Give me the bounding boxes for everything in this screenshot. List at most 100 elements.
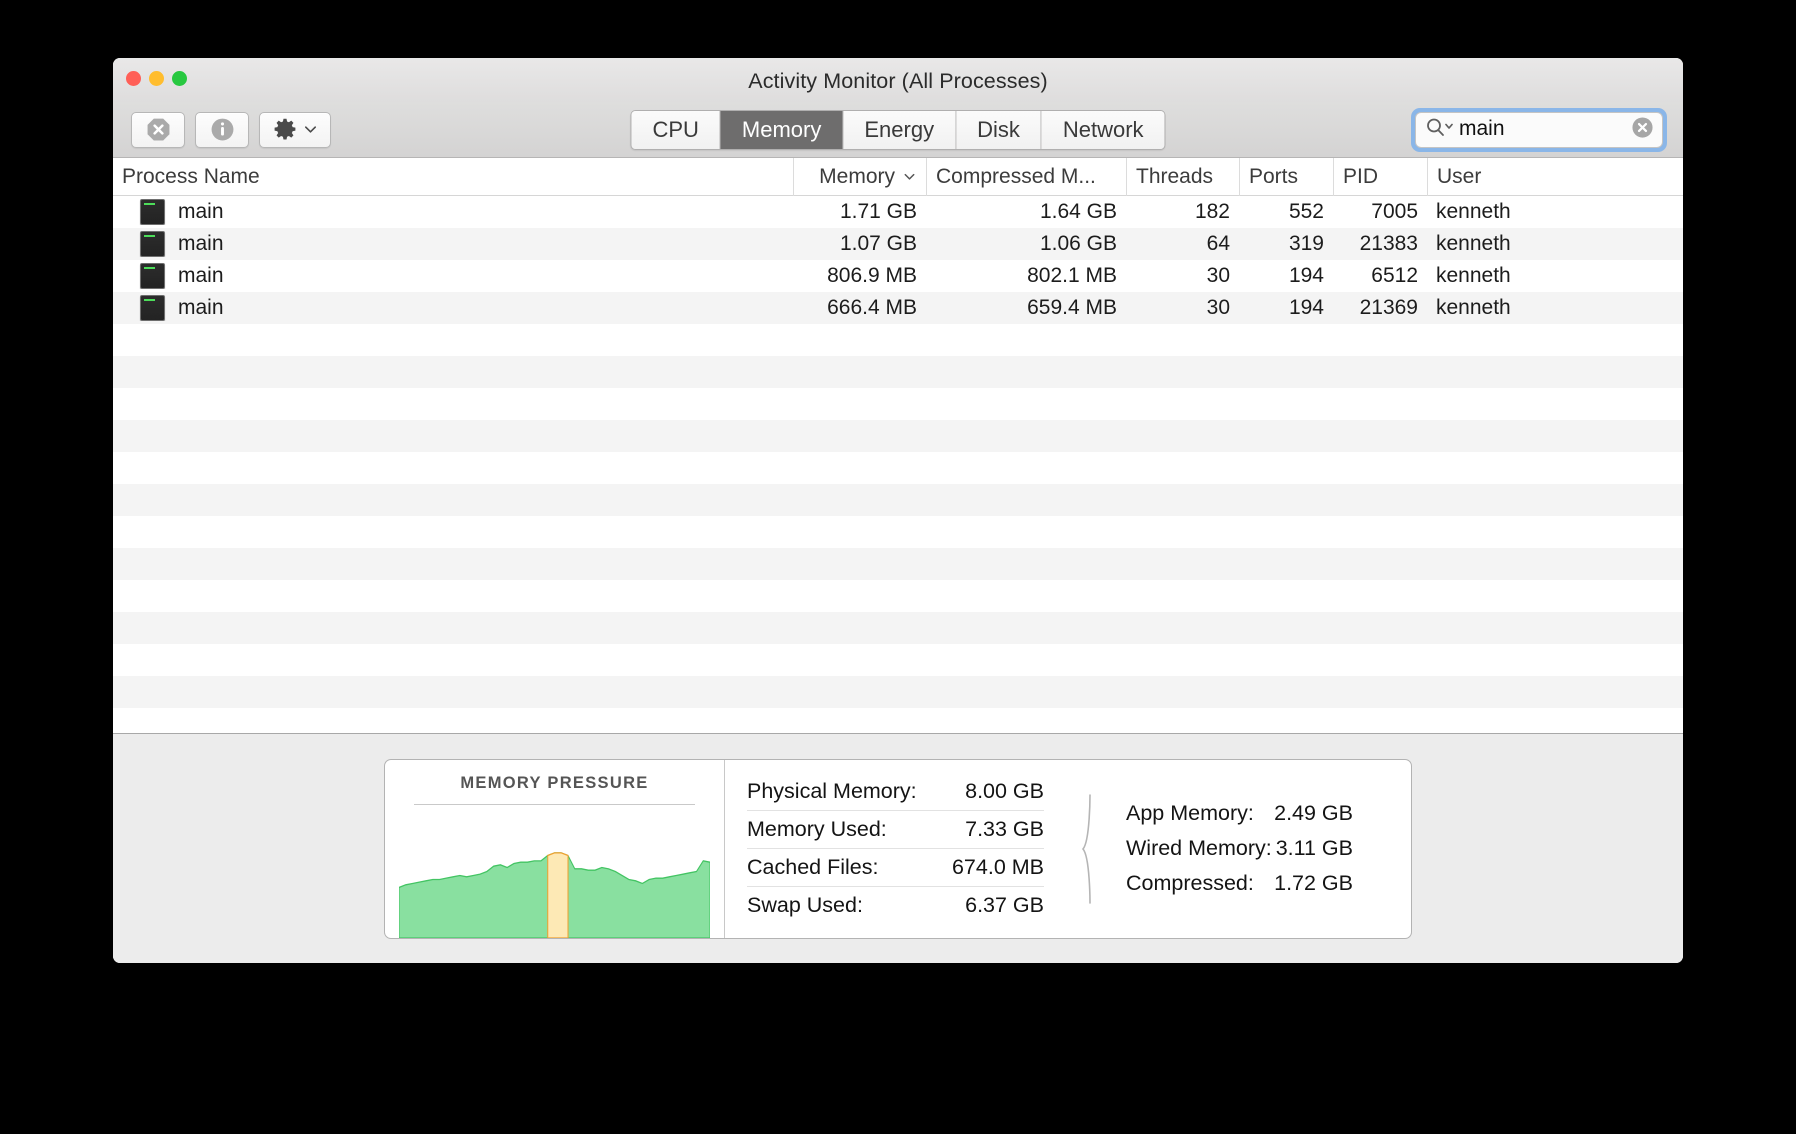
table-row — [113, 516, 1683, 548]
cell-threads: 64 — [1206, 232, 1230, 255]
memory-stat-row: Compressed: 1.72 GB — [1126, 866, 1353, 901]
actions-gear-button[interactable] — [259, 111, 331, 148]
terminal-app-icon — [140, 231, 165, 257]
view-tab-bar: CPU Memory Energy Disk Network — [630, 109, 1166, 150]
clear-search-icon[interactable] — [1631, 116, 1654, 144]
cell-threads: 30 — [1206, 296, 1230, 319]
cell-process-name: main — [113, 199, 793, 225]
memory-stat-row: App Memory: 2.49 GB — [1126, 796, 1353, 831]
tab-energy[interactable]: Energy — [843, 110, 957, 149]
cell-process-name: main — [113, 231, 793, 257]
cell-compressed-memory: 802.1 MB — [1027, 264, 1117, 287]
cell-ports: 194 — [1288, 264, 1324, 287]
quit-process-button[interactable] — [131, 111, 185, 148]
column-header-user[interactable]: User — [1427, 158, 1577, 196]
table-row[interactable]: main 666.4 MB 659.4 MB 30 194 21369 kenneth — [113, 292, 1683, 324]
memory-stat-value: 3.11 GB — [1275, 836, 1353, 860]
column-header-threads[interactable]: Threads — [1126, 158, 1239, 196]
window-title: Activity Monitor (All Processes) — [748, 69, 1048, 93]
table-row[interactable]: main 806.9 MB 802.1 MB 30 194 6512 kenneth — [113, 260, 1683, 292]
cell-memory: 1.71 GB — [839, 200, 917, 223]
column-header-pid[interactable]: PID — [1333, 158, 1427, 196]
table-body: main 1.71 GB 1.64 GB 182 552 7005 kenneth main 1… — [113, 196, 1683, 733]
cell-ports: 194 — [1288, 296, 1324, 319]
search-icon[interactable] — [1425, 117, 1458, 142]
column-header-compressed-memory[interactable]: Compressed M... — [926, 158, 1126, 196]
terminal-app-icon — [140, 263, 165, 289]
tab-disk[interactable]: Disk — [956, 110, 1042, 149]
cell-user: kenneth — [1436, 200, 1511, 223]
cell-ports: 552 — [1288, 200, 1324, 223]
cell-ports: 319 — [1288, 232, 1324, 255]
table-row — [113, 388, 1683, 420]
memory-stat-label: App Memory: — [1126, 801, 1254, 825]
memory-stat-value: 2.49 GB — [1274, 801, 1353, 825]
column-header-ports[interactable]: Ports — [1239, 158, 1333, 196]
table-row — [113, 676, 1683, 708]
memory-stat-value: 1.72 GB — [1274, 871, 1353, 895]
toolbar-button-group — [131, 111, 331, 148]
memory-summary-footer: MEMORY PRESSURE Physical Memory: 8.00 GB M… — [113, 733, 1683, 963]
sort-descending-icon — [902, 169, 917, 184]
search-focus-ring: main — [1411, 107, 1667, 152]
cell-compressed-memory: 1.06 GB — [1039, 232, 1117, 255]
cell-memory: 806.9 MB — [827, 264, 917, 287]
search-field[interactable]: main — [1415, 111, 1663, 148]
table-row — [113, 324, 1683, 356]
memory-pressure-graph — [399, 805, 710, 938]
tab-cpu[interactable]: CPU — [631, 110, 721, 149]
cell-memory: 1.07 GB — [839, 232, 917, 255]
activity-monitor-window: Activity Monitor (All Processes) CPU Mem… — [113, 58, 1683, 963]
cell-pid: 7005 — [1371, 200, 1418, 223]
info-circle-icon — [211, 118, 233, 141]
cell-process-name: main — [113, 295, 793, 321]
cell-pid: 21383 — [1359, 232, 1418, 255]
cell-pid: 6512 — [1371, 264, 1418, 287]
tab-memory[interactable]: Memory — [720, 110, 844, 149]
cell-compressed-memory: 1.64 GB — [1039, 200, 1117, 223]
toolbar: CPU Memory Energy Disk Network main — [113, 102, 1683, 158]
column-header-process-name[interactable]: Process Name — [113, 158, 793, 196]
table-row — [113, 452, 1683, 484]
memory-stat-value: 8.00 GB — [965, 779, 1044, 803]
search-input[interactable]: main — [1459, 118, 1631, 141]
process-name-label: main — [178, 264, 224, 287]
memory-stats-left: Physical Memory: 8.00 GB Memory Used: 7.33 … — [725, 760, 1070, 938]
memory-stat-label: Memory Used: — [747, 817, 887, 841]
cell-process-name: main — [113, 263, 793, 289]
memory-stat-value: 674.0 MB — [951, 855, 1044, 879]
column-header-memory[interactable]: Memory — [793, 158, 926, 196]
brace-connector — [1070, 760, 1096, 938]
tab-network[interactable]: Network — [1041, 110, 1165, 149]
stop-octagon-icon — [147, 118, 169, 141]
memory-stat-row: Wired Memory: 3.11 GB — [1126, 831, 1353, 866]
process-name-label: main — [178, 232, 224, 255]
cell-user: kenneth — [1436, 264, 1511, 287]
memory-stat-row: Cached Files: 674.0 MB — [747, 849, 1044, 887]
cell-threads: 182 — [1194, 200, 1230, 223]
memory-stat-label: Compressed: — [1126, 871, 1254, 895]
memory-stat-row: Physical Memory: 8.00 GB — [747, 773, 1044, 811]
table-row — [113, 644, 1683, 676]
table-row — [113, 548, 1683, 580]
memory-stat-row: Swap Used: 6.37 GB — [747, 887, 1044, 924]
title-bar: Activity Monitor (All Processes) — [113, 58, 1683, 102]
table-row — [113, 356, 1683, 388]
cell-threads: 30 — [1206, 264, 1230, 287]
cell-compressed-memory: 659.4 MB — [1027, 296, 1117, 319]
table-row — [113, 420, 1683, 452]
memory-pressure-title: MEMORY PRESSURE — [460, 773, 649, 792]
memory-pressure-panel: MEMORY PRESSURE — [385, 759, 725, 938]
inspect-process-button[interactable] — [195, 111, 249, 148]
cell-user: kenneth — [1436, 296, 1511, 319]
memory-stat-label: Wired Memory: — [1126, 836, 1272, 860]
terminal-app-icon — [140, 199, 165, 225]
table-header-row: Process Name Memory Compressed M... Thre… — [113, 158, 1683, 196]
gear-icon — [274, 118, 296, 140]
table-row[interactable]: main 1.71 GB 1.64 GB 182 552 7005 kenneth — [113, 196, 1683, 228]
table-row — [113, 580, 1683, 612]
table-row — [113, 484, 1683, 516]
table-row[interactable]: main 1.07 GB 1.06 GB 64 319 21383 kenneth — [113, 228, 1683, 260]
memory-stat-value: 7.33 GB — [965, 817, 1044, 841]
chevron-down-icon — [305, 126, 316, 133]
